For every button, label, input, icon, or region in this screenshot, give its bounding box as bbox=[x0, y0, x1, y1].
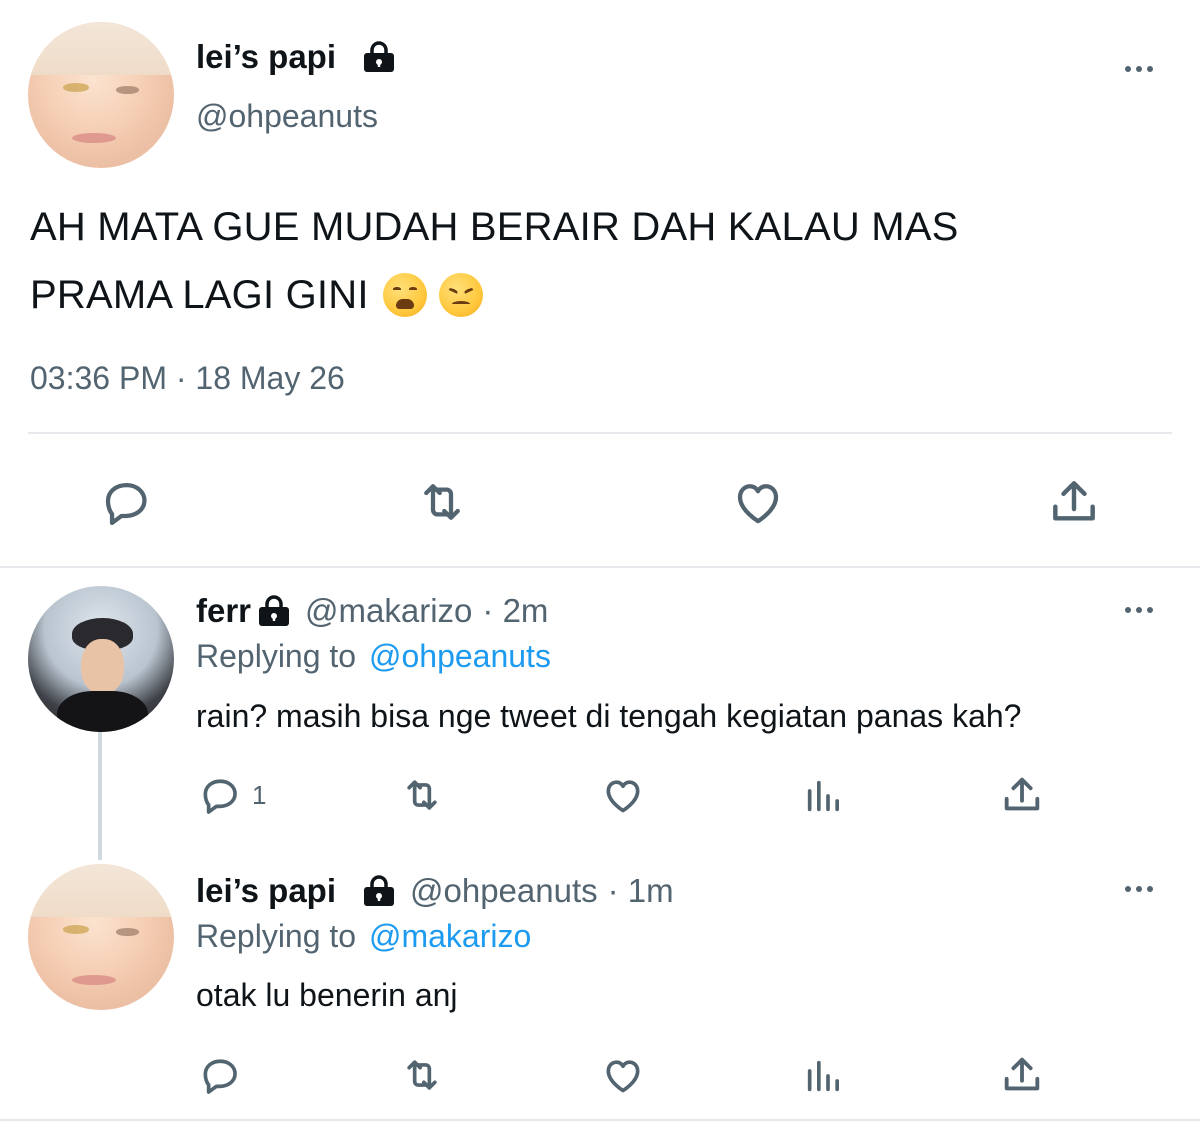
retweet-icon[interactable] bbox=[410, 472, 474, 532]
timestamp[interactable]: 03:36 PM · 18 May 26 bbox=[30, 360, 345, 397]
display-name[interactable]: lei’s papi bbox=[196, 38, 336, 76]
avatar[interactable] bbox=[28, 22, 174, 168]
reply-icon[interactable] bbox=[196, 1050, 244, 1100]
author-row: lei’s papi @ohpeanuts · 1m bbox=[196, 872, 674, 910]
tweet-text: rain? masih bisa nge tweet di tengah keg… bbox=[196, 698, 1022, 734]
handle[interactable]: @ohpeanuts bbox=[410, 872, 598, 910]
lock-icon bbox=[259, 595, 290, 626]
tweet-text: otak lu benerin anj bbox=[196, 977, 458, 1013]
avatar-eye bbox=[115, 928, 139, 936]
replying-to: Replying to @ohpeanuts bbox=[196, 638, 551, 675]
analytics-icon[interactable] bbox=[800, 1052, 846, 1100]
avatar-eye bbox=[63, 925, 90, 935]
display-name[interactable]: ferr bbox=[196, 592, 251, 630]
retweet-icon[interactable] bbox=[396, 770, 448, 820]
retweet-icon[interactable] bbox=[396, 1050, 448, 1100]
avatar-mouth bbox=[71, 974, 116, 986]
avatar-eye bbox=[63, 83, 90, 93]
divider bbox=[0, 1119, 1200, 1121]
replying-to: Replying to @makarizo bbox=[196, 918, 531, 955]
avatar-mouth bbox=[71, 132, 116, 144]
avatar-eye bbox=[115, 86, 139, 94]
author-row: ferr @makarizo · 2m bbox=[196, 592, 548, 630]
tweet-text: AH MATA GUE MUDAH BERAIR DAH KALAU MAS P… bbox=[30, 193, 959, 329]
avatar[interactable] bbox=[28, 864, 174, 1010]
avatar-hair bbox=[28, 864, 174, 917]
handle[interactable]: @ohpeanuts bbox=[196, 98, 378, 135]
avatar[interactable] bbox=[28, 586, 174, 732]
author-row: lei’s papi bbox=[196, 38, 396, 76]
more-options-icon[interactable] bbox=[1125, 607, 1153, 613]
avatar-body bbox=[57, 691, 148, 732]
tweet-text-line: PRAMA LAGI GINI bbox=[30, 273, 369, 317]
tweet-text-line-2: PRAMA LAGI GINI bbox=[30, 261, 959, 329]
avatar-hair bbox=[28, 22, 174, 75]
divider bbox=[28, 432, 1172, 434]
reply-icon[interactable] bbox=[196, 770, 244, 820]
mention-link[interactable]: @makarizo bbox=[369, 918, 531, 954]
relative-time[interactable]: · 2m bbox=[482, 592, 548, 630]
more-options-icon[interactable] bbox=[1125, 886, 1153, 892]
weary-face-emoji bbox=[382, 273, 427, 317]
relative-time[interactable]: · 1m bbox=[608, 872, 674, 910]
share-icon[interactable] bbox=[998, 770, 1046, 820]
avatar-face bbox=[80, 638, 125, 695]
like-icon[interactable] bbox=[728, 472, 788, 532]
display-name[interactable]: lei’s papi bbox=[196, 872, 336, 910]
more-options-icon[interactable] bbox=[1125, 66, 1153, 72]
tweet-text-line: AH MATA GUE MUDAH BERAIR DAH KALAU MAS bbox=[30, 205, 959, 249]
mention-link[interactable]: @ohpeanuts bbox=[369, 638, 551, 674]
divider bbox=[0, 566, 1200, 568]
share-icon[interactable] bbox=[998, 1050, 1046, 1100]
reply-count: 1 bbox=[252, 780, 267, 810]
replying-prefix: Replying to bbox=[196, 918, 357, 954]
analytics-icon[interactable] bbox=[800, 772, 846, 820]
reply-icon[interactable] bbox=[96, 472, 156, 532]
lock-icon bbox=[364, 41, 394, 72]
handle[interactable]: @makarizo bbox=[305, 592, 472, 630]
thread-line bbox=[98, 732, 102, 860]
lock-icon bbox=[364, 875, 394, 906]
share-icon[interactable] bbox=[1044, 472, 1104, 532]
like-icon[interactable] bbox=[598, 770, 648, 820]
like-icon[interactable] bbox=[598, 1050, 648, 1100]
replying-prefix: Replying to bbox=[196, 638, 357, 674]
confounded-face-emoji bbox=[438, 273, 483, 317]
